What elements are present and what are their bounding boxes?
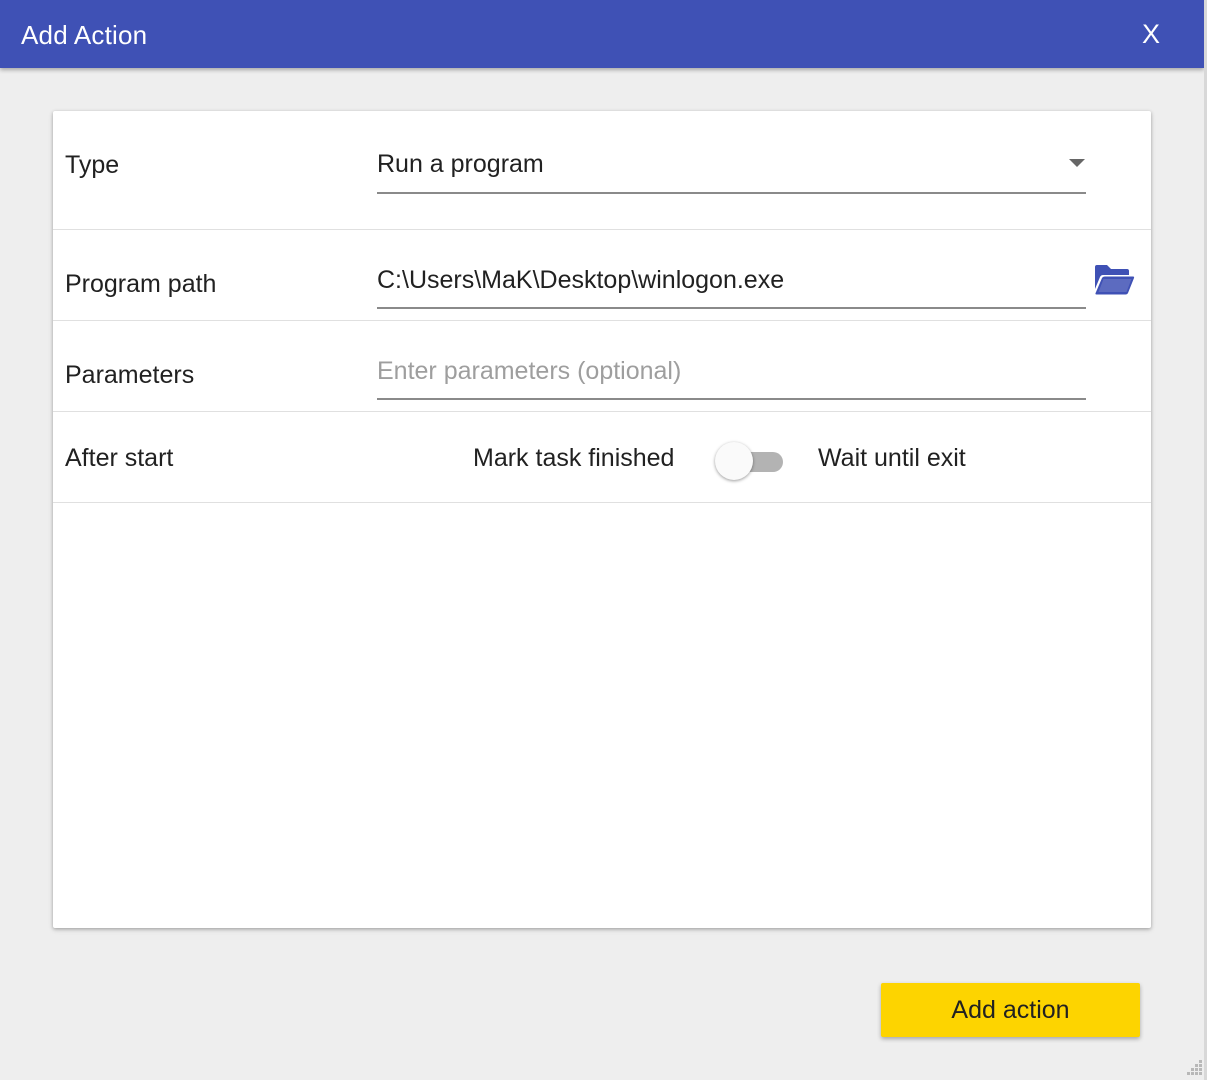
dialog-title: Add Action <box>21 20 148 50</box>
dropdown-arrow-icon <box>1069 159 1085 167</box>
program-path-label: Program path <box>65 270 217 298</box>
toggle-thumb <box>715 442 753 480</box>
action-form-card: Type Run a program Program path C:\Users… <box>53 111 1151 928</box>
browse-folder-button[interactable] <box>1093 263 1135 297</box>
program-path-row: Program path C:\Users\MaK\Desktop\winlog… <box>53 230 1151 321</box>
type-label: Type <box>65 151 120 179</box>
type-select-value: Run a program <box>377 150 544 178</box>
parameters-row: Parameters Enter parameters (optional) <box>53 321 1151 412</box>
mark-task-finished-label: Mark task finished <box>473 444 675 472</box>
after-start-label: After start <box>65 444 174 472</box>
after-start-toggle[interactable] <box>713 440 787 480</box>
program-path-value: C:\Users\MaK\Desktop\winlogon.exe <box>377 266 785 294</box>
parameters-label: Parameters <box>65 361 195 389</box>
type-row: Type Run a program <box>53 111 1151 230</box>
after-start-row: After start Mark task finished Wait unti… <box>53 412 1151 503</box>
add-action-button[interactable]: Add action <box>881 983 1140 1037</box>
resize-grip-icon[interactable] <box>1180 1053 1204 1077</box>
title-bar: Add Action X <box>0 0 1204 68</box>
parameters-placeholder: Enter parameters (optional) <box>377 357 682 385</box>
wait-until-exit-label: Wait until exit <box>818 444 966 472</box>
close-button[interactable]: X <box>1128 14 1174 54</box>
type-select[interactable]: Run a program <box>377 141 1086 194</box>
program-path-input[interactable]: C:\Users\MaK\Desktop\winlogon.exe <box>377 256 1086 309</box>
parameters-input[interactable]: Enter parameters (optional) <box>377 347 1086 400</box>
folder-open-icon <box>1095 265 1135 295</box>
add-action-dialog: Add Action X Type Run a program Program … <box>0 0 1207 1080</box>
